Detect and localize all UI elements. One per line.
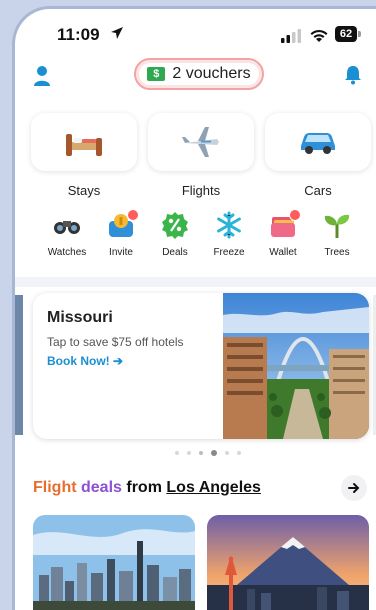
previous-promo-card-peek[interactable] — [15, 295, 23, 435]
see-all-deals-button[interactable] — [341, 475, 367, 501]
freeze-label: Freeze — [213, 247, 245, 258]
trees-tool[interactable]: Trees — [309, 211, 365, 258]
bed-icon — [66, 134, 102, 156]
notification-bell-icon[interactable] — [343, 65, 363, 85]
battery-tip — [358, 31, 361, 37]
profile-icon[interactable] — [33, 65, 51, 87]
flights-tile[interactable] — [148, 113, 254, 171]
wallet-alert-dot — [289, 209, 301, 221]
top-header: $ 2 vouchers — [15, 57, 376, 97]
status-time: 11:09 — [57, 25, 100, 44]
page-dot — [225, 451, 229, 455]
arrow-right-icon — [348, 483, 360, 493]
snowflake-icon — [217, 211, 241, 239]
vouchers-label: 2 vouchers — [172, 65, 251, 82]
origin-city-link[interactable]: Los Angeles — [166, 479, 261, 496]
mount-fuji-photo — [207, 515, 369, 610]
book-now-link[interactable]: Book Now! ➔ — [47, 354, 123, 368]
trees-label: Trees — [324, 247, 350, 258]
promo-subtitle: Tap to save $75 off hotels — [47, 335, 184, 349]
promo-title: Missouri — [47, 309, 113, 326]
app-screen: 11:09 62 $ 2 vouchers Stays Flights Cars… — [12, 6, 376, 610]
watches-label: Watches — [47, 247, 87, 258]
city-skyline-photo — [33, 515, 195, 610]
cellular-signal-icon — [281, 29, 301, 43]
cars-tile[interactable] — [265, 113, 371, 171]
deal-card-tokyo[interactable] — [207, 515, 369, 610]
battery-indicator: 62 — [335, 26, 361, 42]
percent-badge-icon — [162, 212, 188, 239]
heading-word-flight: Flight — [33, 479, 77, 496]
binoculars-icon — [54, 221, 80, 234]
stays-tile[interactable] — [31, 113, 137, 171]
flights-label: Flights — [181, 183, 221, 198]
invite-label: Invite — [109, 247, 133, 258]
freeze-tool[interactable]: Freeze — [201, 211, 257, 258]
section-divider — [15, 277, 376, 287]
heading-word-deals: deals — [81, 479, 122, 496]
deals-tool[interactable]: Deals — [147, 211, 203, 258]
watches-tool[interactable]: Watches — [39, 211, 95, 258]
deal-card-new-york[interactable] — [33, 515, 195, 610]
invite-tool[interactable]: Invite — [93, 209, 149, 258]
quick-tools: Watches Invite Deals Freeze Wallet Trees — [15, 209, 376, 267]
invite-alert-dot — [127, 209, 139, 221]
cars-label: Cars — [304, 183, 332, 198]
flight-deals-heading: Flight deals from Los Angeles — [33, 479, 261, 497]
carousel-page-indicator — [175, 450, 255, 459]
sprout-icon — [324, 214, 350, 238]
stays-label: Stays — [67, 183, 101, 198]
car-icon — [301, 133, 335, 154]
wallet-tool[interactable]: Wallet — [255, 209, 311, 258]
heading-word-from: from — [126, 479, 162, 496]
page-dot-active — [211, 450, 217, 456]
page-dot — [237, 451, 241, 455]
location-arrow-icon — [111, 27, 123, 39]
voucher-dollar-icon: $ — [147, 67, 166, 81]
vouchers-button[interactable]: $ 2 vouchers — [134, 58, 264, 90]
wallet-label: Wallet — [269, 247, 297, 258]
page-dot — [199, 451, 203, 455]
wifi-icon — [310, 29, 328, 42]
deals-label: Deals — [162, 247, 188, 258]
page-dot — [175, 451, 179, 455]
airplane-icon — [182, 127, 219, 157]
battery-level: 62 — [335, 26, 357, 42]
page-dot — [187, 451, 191, 455]
st-louis-arch-photo — [223, 293, 369, 439]
promo-card[interactable]: Missouri Tap to save $75 off hotels Book… — [33, 293, 369, 439]
status-bar: 11:09 62 — [15, 9, 376, 53]
